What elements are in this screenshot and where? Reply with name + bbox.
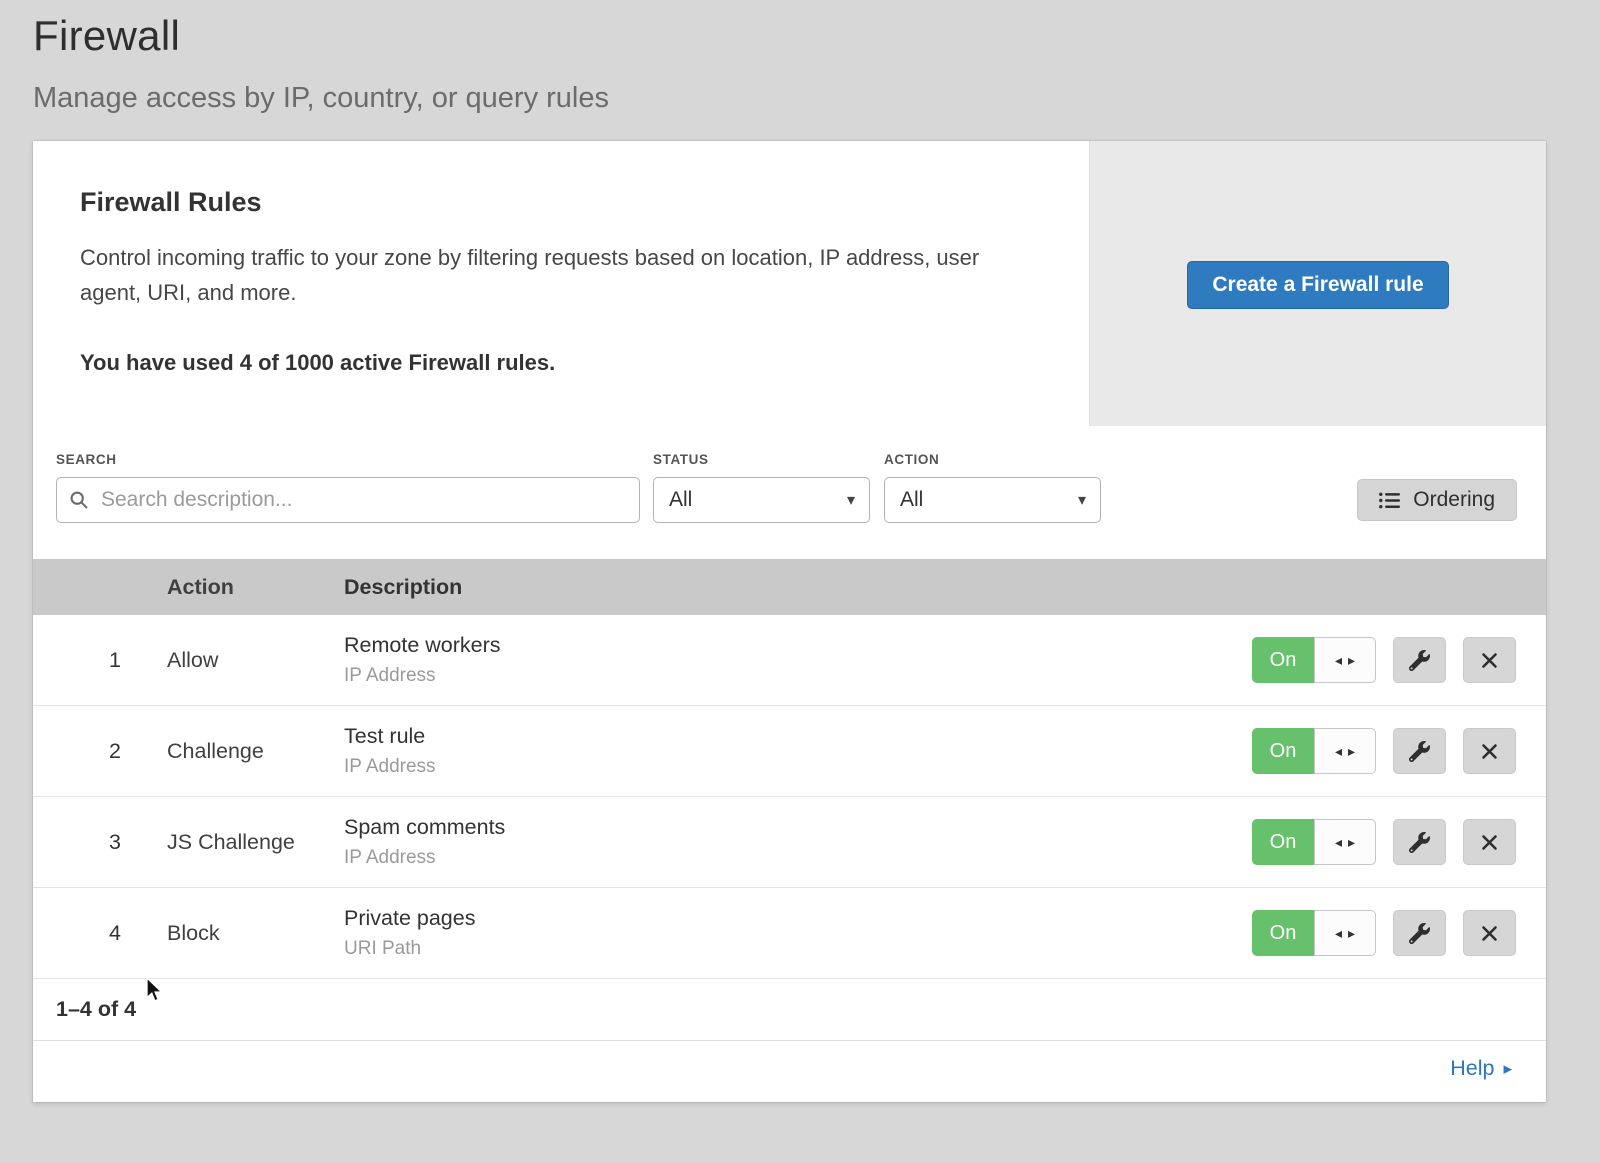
search-input[interactable]: [56, 477, 640, 523]
rule-match-type: IP Address: [344, 756, 1252, 778]
search-filter: SEARCH: [56, 452, 640, 523]
edit-rule-button[interactable]: [1393, 637, 1446, 683]
status-label: STATUS: [653, 452, 870, 467]
page-title: Firewall: [33, 12, 1567, 60]
table-row: 2 Challenge Test rule IP Address On ◂▸: [33, 706, 1546, 797]
toggle-arrows-icon: ◂▸: [1314, 728, 1376, 774]
toggle-on-label: On: [1252, 637, 1314, 683]
column-action: Action: [167, 575, 344, 600]
help-link[interactable]: Help ▸: [1450, 1056, 1512, 1081]
chevron-down-icon: ▾: [1078, 490, 1086, 510]
action-label: ACTION: [884, 452, 1101, 467]
page-header: Firewall Manage access by IP, country, o…: [0, 0, 1600, 141]
status-select[interactable]: All ▾: [653, 477, 870, 523]
table-header: Action Description: [33, 559, 1546, 615]
help-arrow-icon: ▸: [1503, 1059, 1512, 1079]
rule-action: Allow: [167, 648, 344, 673]
action-filter: ACTION All ▾: [884, 452, 1101, 523]
table-row: 4 Block Private pages URI Path On ◂▸: [33, 888, 1546, 979]
rule-match-type: IP Address: [344, 847, 1252, 869]
ordering-wrap: Ordering: [1357, 479, 1517, 523]
card-description: Control incoming traffic to your zone by…: [80, 240, 1029, 310]
rule-match-type: IP Address: [344, 665, 1252, 687]
card-heading: Firewall Rules: [80, 187, 1029, 218]
rule-action: JS Challenge: [167, 830, 344, 855]
column-description: Description: [344, 575, 1546, 600]
card-info: Firewall Rules Control incoming traffic …: [33, 141, 1089, 426]
ordering-list-icon: [1379, 492, 1400, 509]
edit-rule-button[interactable]: [1393, 819, 1446, 865]
action-select[interactable]: All ▾: [884, 477, 1101, 523]
delete-rule-button[interactable]: [1463, 819, 1516, 865]
help-label: Help: [1450, 1056, 1494, 1081]
action-select-value: All: [900, 488, 923, 512]
search-label: SEARCH: [56, 452, 640, 467]
search-icon: [69, 490, 89, 510]
card-side-panel: Create a Firewall rule: [1089, 141, 1546, 426]
wrench-icon: [1409, 741, 1430, 762]
rule-number: 1: [33, 648, 167, 673]
pagination-summary: 1–4 of 4: [33, 979, 1546, 1041]
firewall-page: Firewall Manage access by IP, country, o…: [0, 0, 1600, 1102]
firewall-rules-card: Firewall Rules Control incoming traffic …: [33, 141, 1546, 1102]
rule-description: Spam comments: [344, 815, 1252, 840]
rule-number: 4: [33, 921, 167, 946]
page-subtitle: Manage access by IP, country, or query r…: [33, 82, 1567, 115]
delete-rule-button[interactable]: [1463, 637, 1516, 683]
status-select-value: All: [669, 488, 692, 512]
delete-rule-button[interactable]: [1463, 728, 1516, 774]
rule-action: Block: [167, 921, 344, 946]
rule-number: 2: [33, 739, 167, 764]
x-icon: [1481, 743, 1498, 760]
rule-enabled-toggle[interactable]: On ◂▸: [1252, 819, 1376, 865]
toggle-arrows-icon: ◂▸: [1314, 819, 1376, 865]
ordering-button[interactable]: Ordering: [1357, 479, 1517, 521]
rule-enabled-toggle[interactable]: On ◂▸: [1252, 910, 1376, 956]
wrench-icon: [1409, 650, 1430, 671]
rule-description: Test rule: [344, 724, 1252, 749]
x-icon: [1481, 652, 1498, 669]
rule-description: Private pages: [344, 906, 1252, 931]
rule-controls: On ◂▸: [1252, 728, 1546, 774]
toggle-arrows-icon: ◂▸: [1314, 910, 1376, 956]
rule-number: 3: [33, 830, 167, 855]
rules-table: Action Description 1 Allow Remote worker…: [33, 559, 1546, 1102]
toggle-on-label: On: [1252, 819, 1314, 865]
rule-enabled-toggle[interactable]: On ◂▸: [1252, 637, 1376, 683]
filters-bar: SEARCH STATUS All ▾: [33, 426, 1546, 559]
x-icon: [1481, 834, 1498, 851]
rule-controls: On ◂▸: [1252, 910, 1546, 956]
rule-enabled-toggle[interactable]: On ◂▸: [1252, 728, 1376, 774]
rule-match-type: URI Path: [344, 938, 1252, 960]
usage-summary: You have used 4 of 1000 active Firewall …: [80, 350, 1029, 376]
status-filter: STATUS All ▾: [653, 452, 870, 523]
table-row: 1 Allow Remote workers IP Address On ◂▸: [33, 615, 1546, 706]
rule-controls: On ◂▸: [1252, 819, 1546, 865]
rule-description: Remote workers: [344, 633, 1252, 658]
wrench-icon: [1409, 832, 1430, 853]
help-row: Help ▸: [33, 1041, 1546, 1102]
card-top-section: Firewall Rules Control incoming traffic …: [33, 141, 1546, 426]
pagination-range: 1–4 of 4: [56, 997, 136, 1021]
edit-rule-button[interactable]: [1393, 910, 1446, 956]
chevron-down-icon: ▾: [847, 490, 855, 510]
x-icon: [1481, 925, 1498, 942]
toggle-on-label: On: [1252, 728, 1314, 774]
ordering-label: Ordering: [1413, 488, 1495, 512]
toggle-on-label: On: [1252, 910, 1314, 956]
wrench-icon: [1409, 923, 1430, 944]
create-firewall-rule-button[interactable]: Create a Firewall rule: [1187, 261, 1448, 309]
edit-rule-button[interactable]: [1393, 728, 1446, 774]
table-row: 3 JS Challenge Spam comments IP Address …: [33, 797, 1546, 888]
toggle-arrows-icon: ◂▸: [1314, 637, 1376, 683]
rule-controls: On ◂▸: [1252, 637, 1546, 683]
delete-rule-button[interactable]: [1463, 910, 1516, 956]
rule-action: Challenge: [167, 739, 344, 764]
